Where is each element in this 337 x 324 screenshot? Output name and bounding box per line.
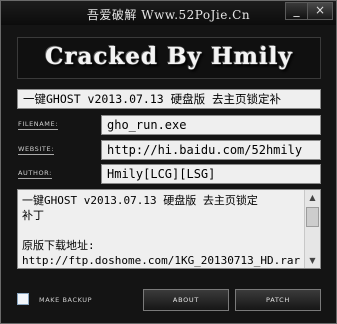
notes-textarea[interactable]: 一键GHOST v2013.07.13 硬盘版 去主页锁定 补丁 原版下载地址:… — [17, 189, 321, 269]
notes-text: 一键GHOST v2013.07.13 硬盘版 去主页锁定 补丁 原版下载地址:… — [22, 194, 301, 267]
title-bar[interactable]: 吾爱破解 Www.52PoJie.Cn _ × — [1, 1, 336, 25]
notes-scrollbar[interactable]: ▲ ▼ — [304, 190, 320, 268]
program-caption: 一键GHOST v2013.07.13 硬盘版 去主页锁定补 — [17, 89, 321, 109]
minimize-button[interactable]: _ — [285, 2, 307, 20]
author-field: Hmily[LCG][LSG] — [101, 164, 321, 184]
author-label: AUTHOR: — [18, 169, 52, 179]
filename-label: FILENAME: — [18, 120, 58, 130]
make-backup-checkbox[interactable] — [17, 293, 29, 305]
banner: Cracked By Hmily — [17, 37, 321, 79]
patcher-window: 吾爱破解 Www.52PoJie.Cn _ × Cracked By Hmily… — [0, 0, 337, 324]
website-label: WEBSITE: — [18, 145, 54, 155]
scroll-down-icon[interactable]: ▼ — [305, 253, 320, 268]
about-button[interactable]: ABOUT — [143, 289, 229, 311]
filename-field: gho_run.exe — [101, 115, 321, 135]
scroll-thumb[interactable] — [306, 207, 319, 227]
make-backup-label[interactable]: MAKE BACKUP — [39, 296, 92, 304]
patch-button[interactable]: PATCH — [235, 289, 321, 311]
close-button[interactable]: × — [307, 2, 333, 20]
banner-text: Cracked By Hmily — [45, 43, 293, 70]
website-field[interactable]: http://hi.baidu.com/52hmily — [101, 140, 321, 160]
scroll-up-icon[interactable]: ▲ — [305, 190, 320, 205]
